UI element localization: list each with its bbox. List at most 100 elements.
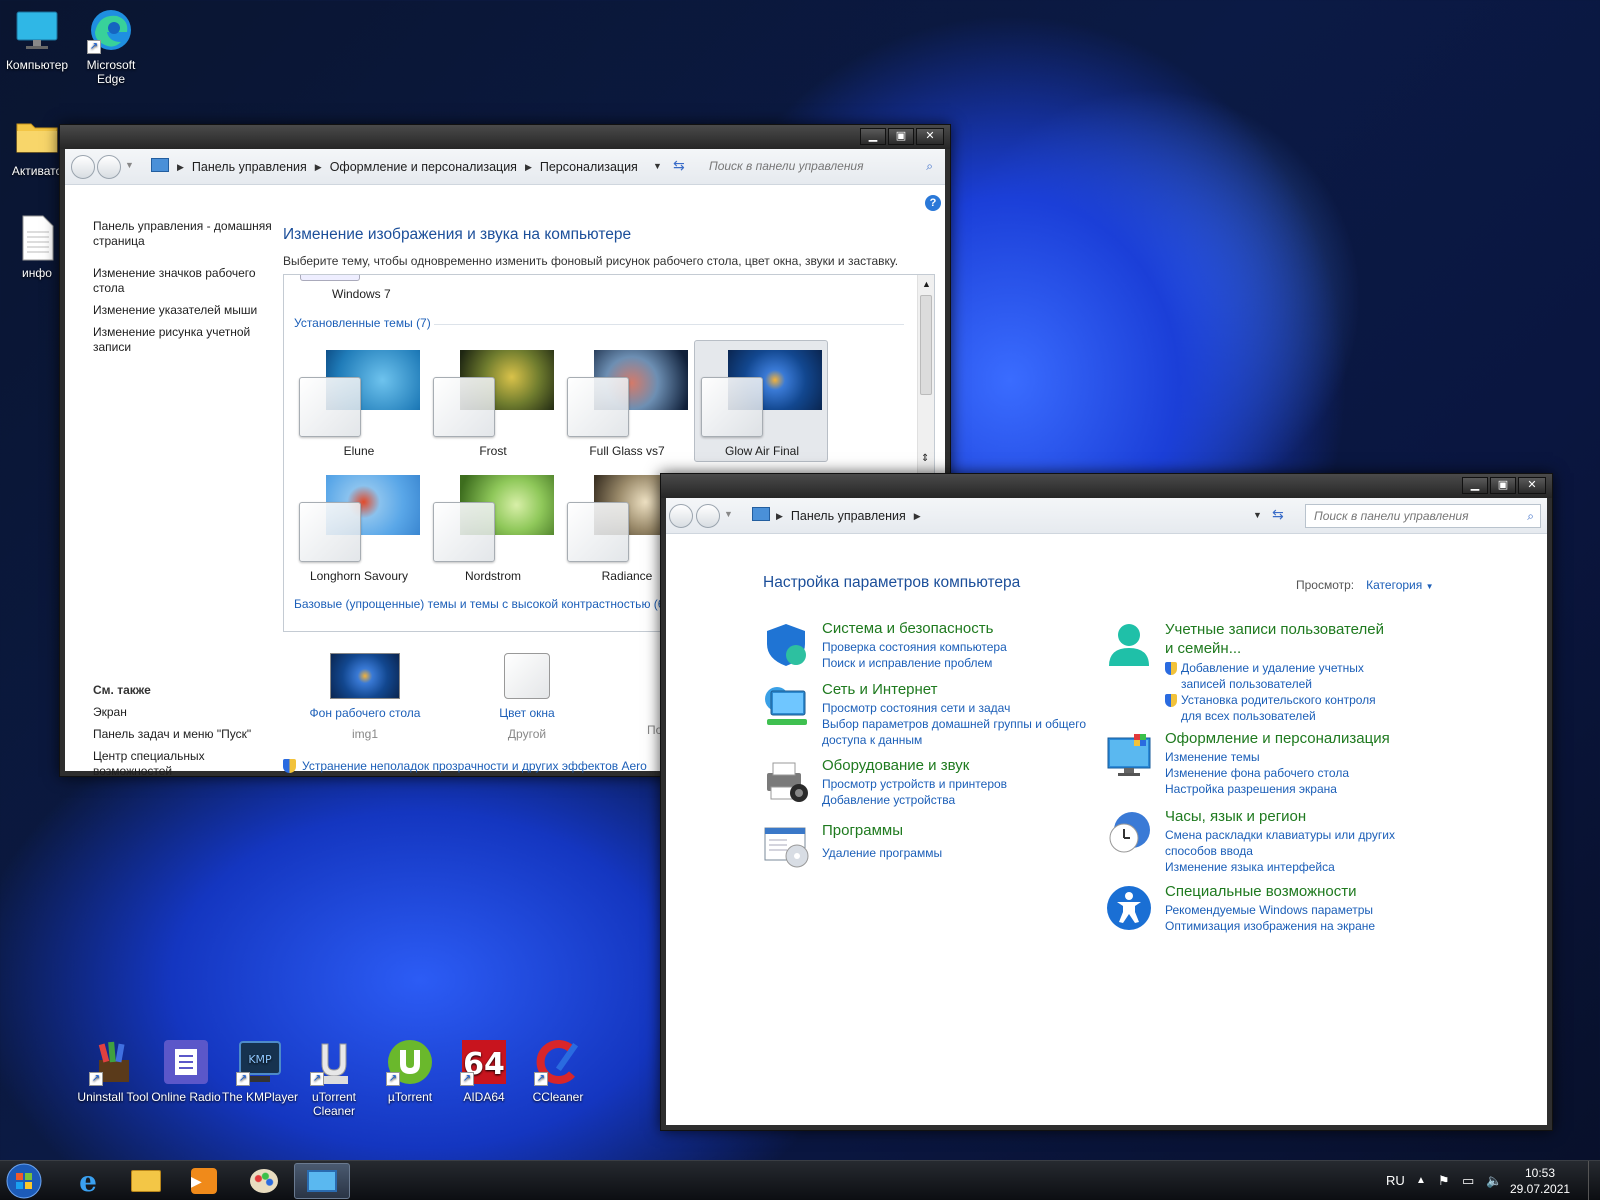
category-link[interactable]: Поиск и исправление проблем — [822, 655, 1093, 671]
category-user-accounts[interactable]: Учетные записи пользователей и семейн...… — [1106, 620, 1396, 724]
taskbar-paint[interactable] — [236, 1163, 292, 1199]
title-bar[interactable]: ▁ ▣ ✕ — [661, 474, 1552, 498]
desktop-icon-online-radio[interactable]: Online Radio — [147, 1038, 225, 1104]
chevron-down-icon[interactable]: ▼ — [125, 160, 134, 170]
category-system-security[interactable]: Система и безопасность Проверка состояни… — [763, 620, 1093, 671]
network-tray-icon[interactable]: ▭ — [1462, 1173, 1474, 1189]
category-link[interactable]: Установка родительского контроля для все… — [1165, 692, 1396, 724]
forward-button[interactable] — [97, 155, 121, 179]
taskbar-ie[interactable]: e — [60, 1163, 116, 1199]
category-link[interactable]: Добавление устройства — [822, 792, 1093, 808]
search-input[interactable]: Поиск в панели управления ⌕ — [701, 155, 939, 179]
show-desktop-button[interactable] — [1588, 1161, 1600, 1200]
breadcrumb-item[interactable]: Персонализация — [540, 160, 638, 174]
window-color-label[interactable]: Цвет окна — [467, 706, 587, 720]
close-button[interactable]: ✕ — [1518, 477, 1546, 494]
close-button[interactable]: ✕ — [916, 128, 944, 145]
category-link[interactable]: Настройка разрешения экрана — [1165, 781, 1396, 797]
category-title[interactable]: Часы, язык и регион — [1165, 808, 1396, 825]
maximize-button[interactable]: ▣ — [888, 128, 914, 145]
theme-item-full-glass[interactable]: Full Glass vs7 — [562, 342, 692, 460]
desktop-background-label[interactable]: Фон рабочего стола — [305, 706, 425, 720]
desktop-icon-edge[interactable]: ↗ Microsoft Edge — [72, 6, 150, 86]
desktop-background-setting[interactable]: Фон рабочего стола img1 — [305, 653, 425, 741]
category-hardware-sound[interactable]: Оборудование и звук Просмотр устройств и… — [763, 757, 1093, 808]
scroll-resize-icon[interactable]: ⇕ — [921, 453, 929, 464]
breadcrumb-item[interactable]: Оформление и персонализация — [330, 160, 517, 174]
clock[interactable]: 10:53 29.07.2021 — [1510, 1165, 1570, 1197]
flag-icon[interactable]: ⚑ — [1438, 1173, 1450, 1189]
desktop-icon-uninstall-tool[interactable]: ↗ Uninstall Tool — [74, 1038, 152, 1104]
taskbar-start-link[interactable]: Панель задач и меню "Пуск" — [93, 727, 273, 741]
refresh-icon[interactable]: ⇆ — [1272, 506, 1284, 523]
category-clock-language[interactable]: Часы, язык и регион Смена раскладки клав… — [1106, 808, 1396, 875]
view-by-dropdown[interactable]: Категория ▼ — [1366, 578, 1433, 592]
theme-item-nordstrom[interactable]: Nordstrom — [428, 467, 558, 585]
category-title[interactable]: Система и безопасность — [822, 620, 1093, 637]
category-programs[interactable]: Программы Удаление программы — [763, 822, 1093, 868]
minimize-button[interactable]: ▁ — [860, 128, 886, 145]
category-title[interactable]: Оборудование и звук — [822, 757, 1093, 774]
category-title[interactable]: Программы — [822, 822, 1093, 839]
scroll-up-icon[interactable]: ▲ — [922, 279, 931, 289]
theme-item-glow-air-final[interactable]: Glow Air Final — [694, 340, 828, 462]
show-hidden-icons[interactable]: ▲ — [1416, 1175, 1426, 1186]
breadcrumb-item[interactable]: Панель управления — [192, 160, 307, 174]
search-icon[interactable]: ⌕ — [1527, 505, 1534, 527]
category-title[interactable]: Учетные записи пользователей и семейн... — [1165, 620, 1396, 658]
taskbar-control-panel[interactable] — [294, 1163, 350, 1199]
category-link[interactable]: Изменение языка интерфейса — [1165, 859, 1396, 875]
display-link[interactable]: Экран — [93, 705, 273, 719]
help-icon[interactable]: ? — [925, 195, 941, 211]
category-link[interactable]: Удаление программы — [822, 845, 1093, 861]
desktop-icon-ccleaner[interactable]: ↗ CCleaner — [519, 1038, 597, 1104]
category-ease-of-access[interactable]: Специальные возможности Рекомендуемые Wi… — [1106, 883, 1396, 934]
category-title[interactable]: Сеть и Интернет — [822, 681, 1103, 698]
back-button[interactable] — [71, 155, 95, 179]
taskbar-media-player[interactable]: ▶ — [176, 1163, 232, 1199]
category-link[interactable]: Добавление и удаление учетных записей по… — [1165, 660, 1396, 692]
category-link[interactable]: Рекомендуемые Windows параметры — [1165, 902, 1396, 918]
category-link[interactable]: Просмотр устройств и принтеров — [822, 776, 1093, 792]
volume-icon[interactable]: 🔈 — [1486, 1173, 1502, 1189]
theme-item-longhorn-savoury[interactable]: Longhorn Savoury — [294, 467, 424, 585]
category-link[interactable]: Выбор параметров домашней группы и общег… — [822, 716, 1103, 748]
desktop-icon-utorrent-cleaner[interactable]: ↗ uTorrent Cleaner — [295, 1038, 373, 1118]
title-bar[interactable]: ▁ ▣ ✕ — [60, 125, 950, 149]
desktop-icon-utorrent[interactable]: ↗ µTorrent — [371, 1038, 449, 1104]
category-appearance[interactable]: Оформление и персонализация Изменение те… — [1106, 730, 1396, 797]
category-link[interactable]: Смена раскладки клавиатуры или других сп… — [1165, 827, 1396, 859]
language-indicator[interactable]: RU — [1386, 1173, 1405, 1188]
start-button[interactable] — [4, 1163, 44, 1199]
chevron-down-icon[interactable]: ▼ — [724, 509, 733, 519]
desktop-icon-kmplayer[interactable]: KMP ↗ The KMPlayer — [221, 1038, 299, 1104]
control-panel-home-link[interactable]: Панель управления - домашняя страница — [93, 219, 273, 249]
minimize-button[interactable]: ▁ — [1462, 477, 1488, 494]
back-button[interactable] — [669, 504, 693, 528]
maximize-button[interactable]: ▣ — [1490, 477, 1516, 494]
theme-item-frost[interactable]: Frost — [428, 342, 558, 460]
change-account-picture-link[interactable]: Изменение рисунка учетной записи — [93, 325, 273, 355]
category-title[interactable]: Специальные возможности — [1165, 883, 1396, 900]
change-desktop-icons-link[interactable]: Изменение значков рабочего стола — [93, 266, 273, 296]
category-link[interactable]: Изменение темы — [1165, 749, 1396, 765]
ease-of-access-link[interactable]: Центр специальных возможностей — [93, 749, 273, 779]
category-link[interactable]: Просмотр состояния сети и задач — [822, 700, 1103, 716]
theme-item-elune[interactable]: Elune — [294, 342, 424, 460]
category-network[interactable]: Сеть и Интернет Просмотр состояния сети … — [763, 681, 1103, 748]
desktop-icon-computer[interactable]: Компьютер — [0, 6, 76, 72]
search-icon[interactable]: ⌕ — [926, 155, 933, 177]
category-title[interactable]: Оформление и персонализация — [1165, 730, 1396, 747]
address-dropdown-icon[interactable]: ▼ — [653, 161, 662, 171]
search-input[interactable]: Поиск в панели управления ⌕ — [1305, 504, 1541, 528]
taskbar-explorer[interactable] — [118, 1163, 174, 1199]
aero-troubleshoot-link[interactable]: Устранение неполадок прозрачности и друг… — [283, 759, 647, 773]
change-mouse-pointers-link[interactable]: Изменение указателей мыши — [93, 303, 273, 318]
forward-button[interactable] — [696, 504, 720, 528]
window-color-setting[interactable]: Цвет окна Другой — [467, 653, 587, 741]
category-link[interactable]: Оптимизация изображения на экране — [1165, 918, 1396, 934]
basic-themes-label[interactable]: Базовые (упрощенные) темы и темы с высок… — [294, 597, 668, 611]
refresh-icon[interactable]: ⇆ — [673, 157, 685, 174]
scroll-thumb[interactable] — [920, 295, 932, 395]
breadcrumb-item[interactable]: Панель управления — [791, 509, 906, 523]
